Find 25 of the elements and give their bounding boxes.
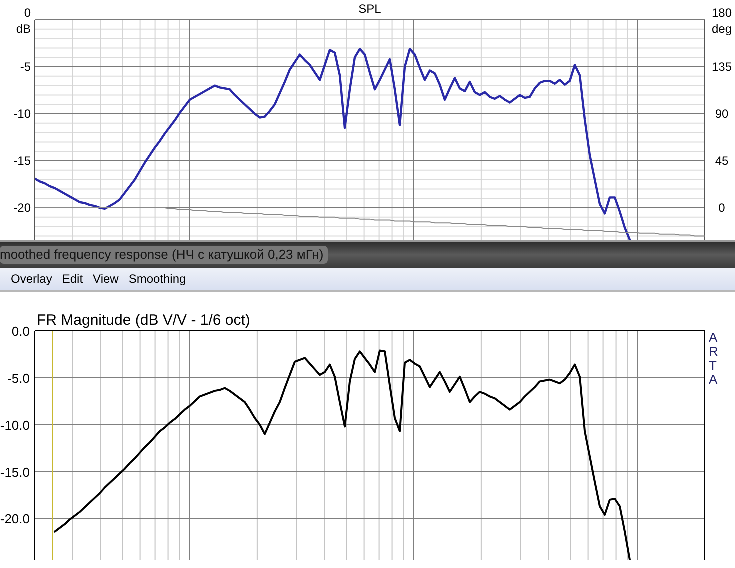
window-title: moothed frequency response (НЧ с катушкой 0,23 мГн)	[0, 246, 328, 264]
axis-label: 45	[715, 154, 729, 168]
watermark-letters: ARTA	[709, 331, 720, 387]
axis-label: -20.0	[0, 512, 30, 527]
axis-label: 135	[712, 60, 732, 74]
menu-item[interactable]: Smoothing	[124, 271, 192, 287]
axis-label: 0	[24, 6, 31, 20]
axis-unit: deg	[712, 22, 732, 36]
axis-label: -15.0	[0, 464, 30, 480]
menu-item[interactable]: Overlay	[6, 271, 58, 287]
axis-label: -10	[14, 107, 31, 122]
chart-title: FR Magnitude (dB V/V - 1/6 oct)	[37, 312, 250, 329]
axis-label: -5	[20, 60, 31, 74]
axis-label: 90	[715, 107, 729, 122]
axis-label: 180	[712, 6, 732, 20]
axis-label: -10.0	[0, 418, 30, 433]
axis-label: 0.0	[12, 324, 30, 339]
axis-label: -20	[14, 201, 31, 216]
chart-title: SPL	[358, 2, 382, 16]
axis-label: -5.0	[8, 370, 30, 386]
axis-label: -15	[14, 154, 31, 168]
axis-label: 0	[718, 201, 726, 216]
axis-unit: dB	[16, 22, 31, 36]
menu-item[interactable]: Edit	[57, 271, 88, 287]
menu-item[interactable]: View	[88, 271, 124, 287]
